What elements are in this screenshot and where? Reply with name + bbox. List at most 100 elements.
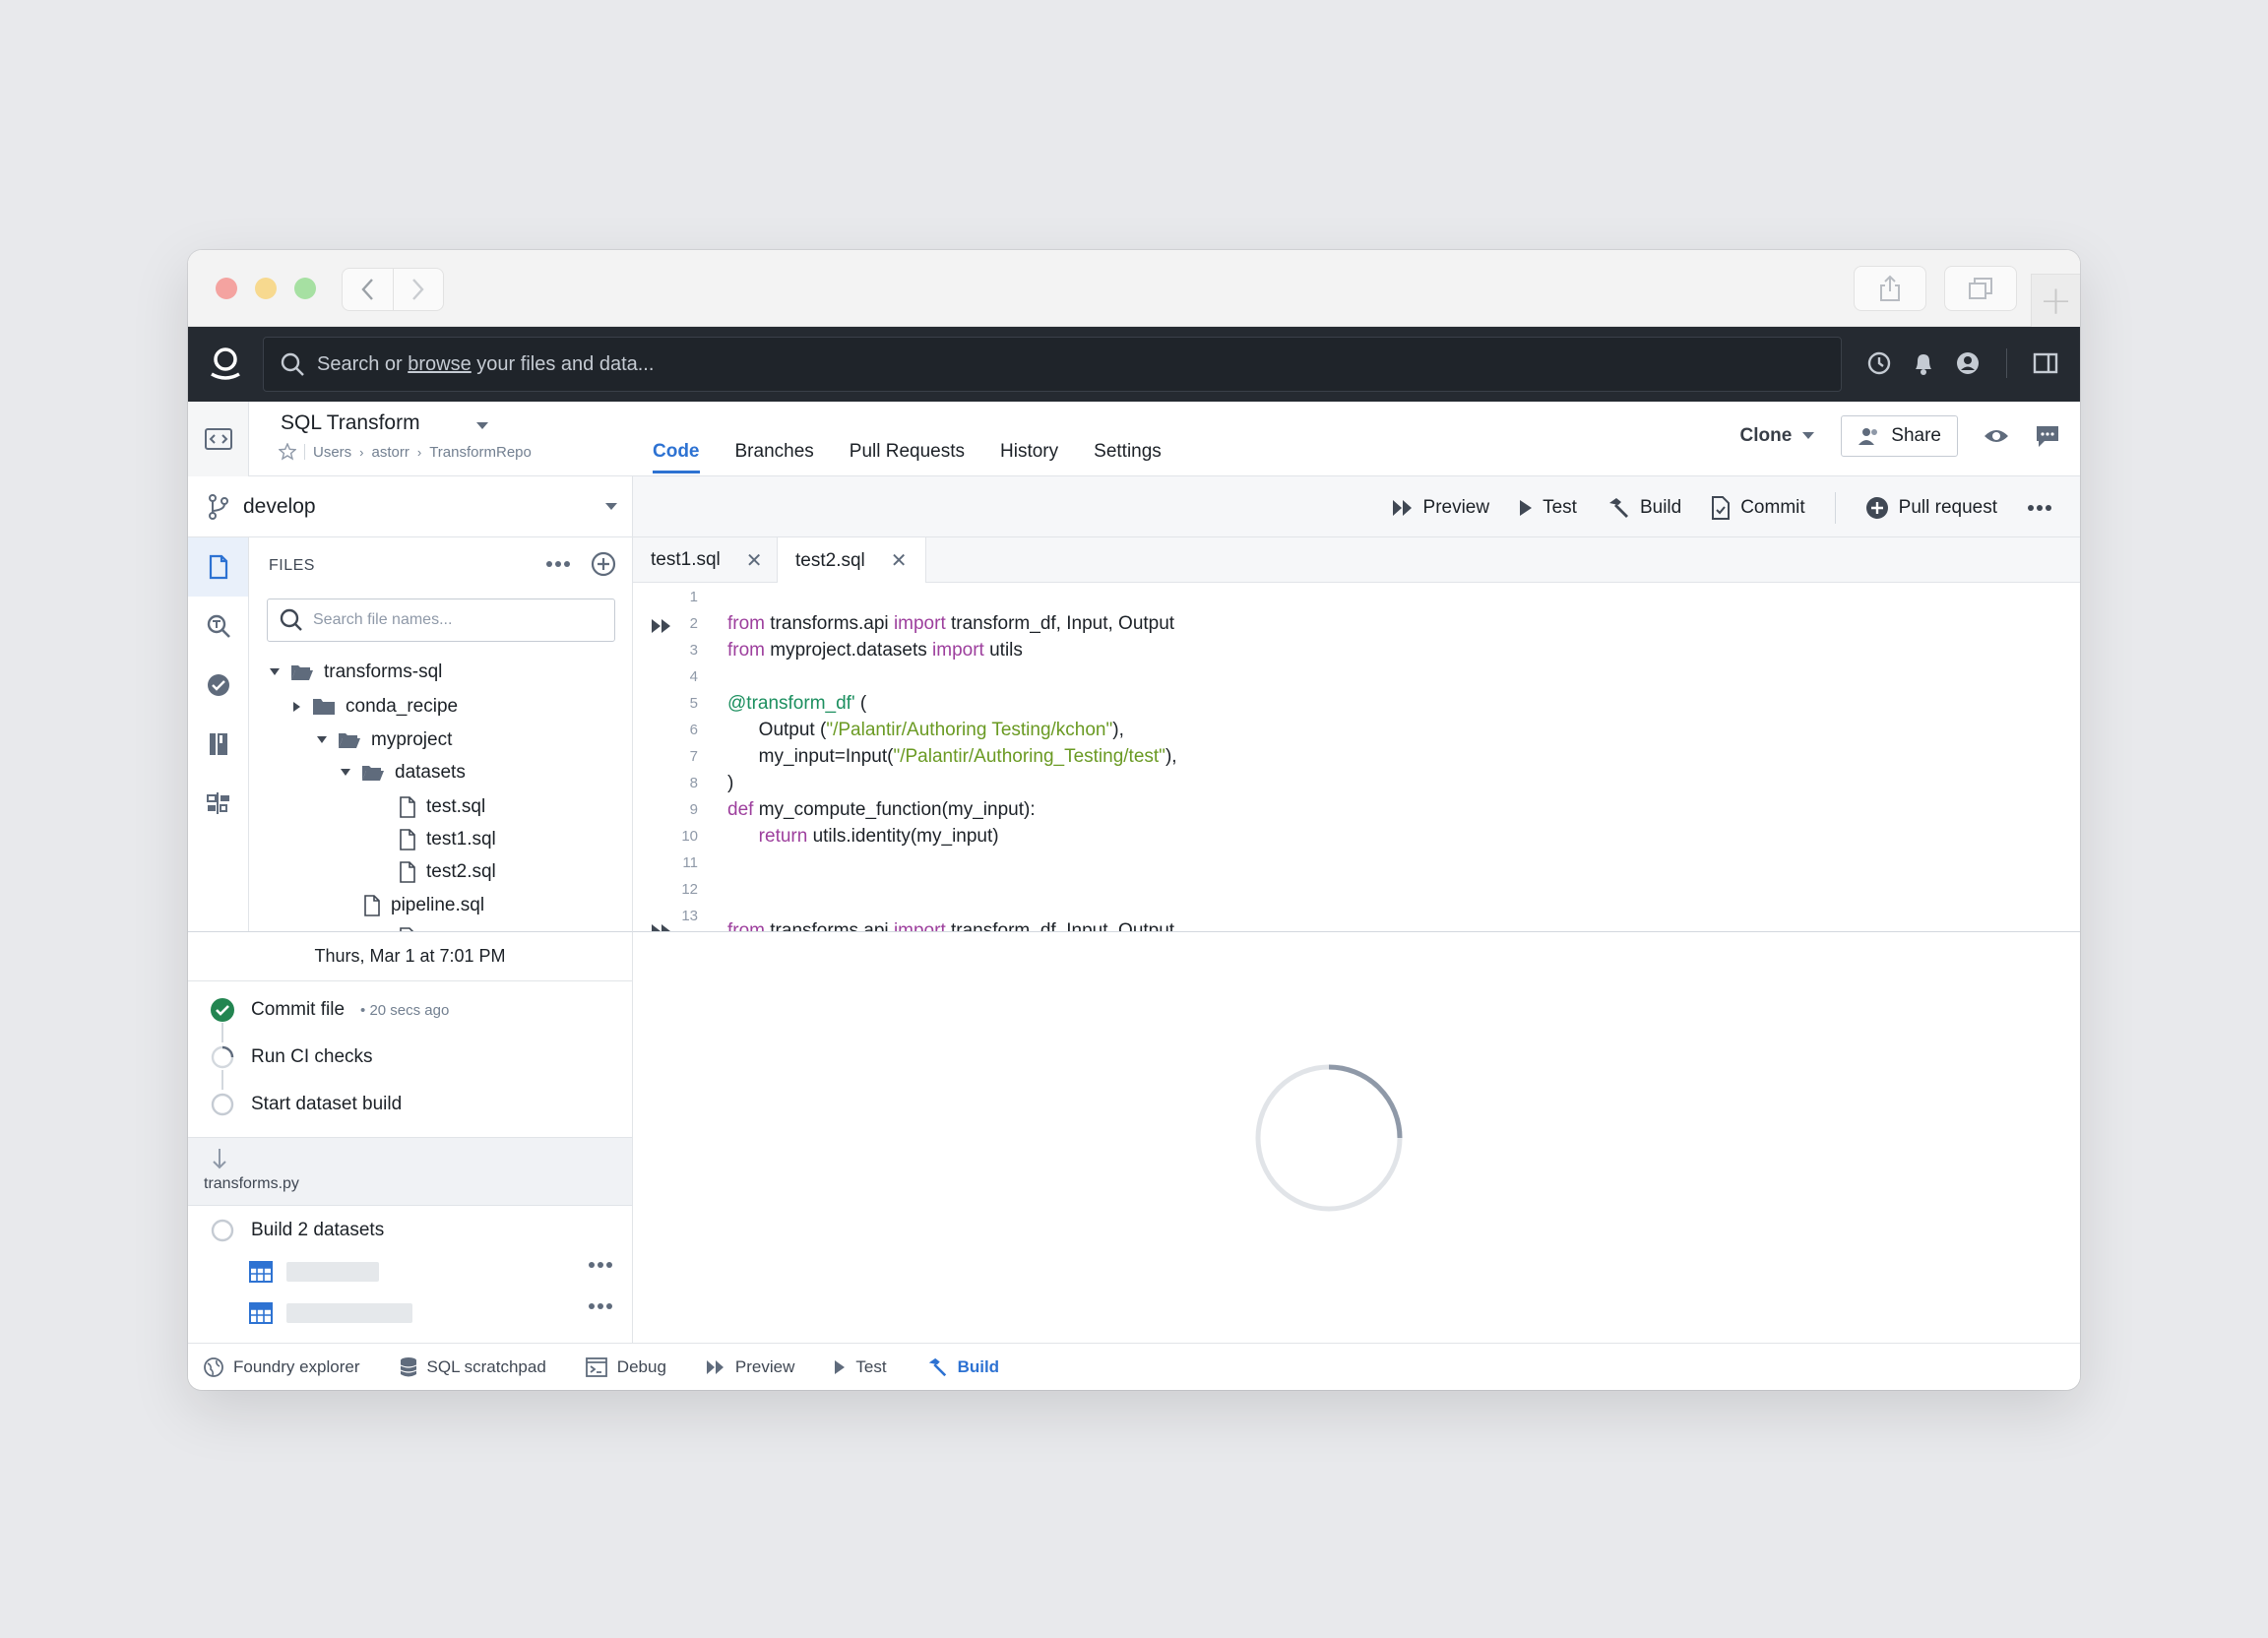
- rail-libraries[interactable]: [188, 715, 248, 774]
- build-panel-button[interactable]: Build: [926, 1356, 1000, 1378]
- breadcrumb-astorr[interactable]: astorr: [372, 444, 410, 461]
- step-label: Commit file: [251, 999, 346, 1020]
- tree-folder-transforms-sql[interactable]: transforms-sql: [269, 658, 442, 687]
- repo-title[interactable]: SQL Transform: [281, 411, 420, 435]
- keyword: def: [727, 799, 754, 820]
- close-tab-icon[interactable]: ✕: [891, 548, 908, 573]
- foundry-explorer-button[interactable]: Foundry explorer: [204, 1357, 360, 1377]
- branch-selector[interactable]: develop: [188, 476, 633, 537]
- add-circle-icon[interactable]: [591, 551, 616, 577]
- close-tab-icon[interactable]: ✕: [746, 548, 763, 573]
- tree-folder-conda-recipe[interactable]: conda_recipe: [292, 692, 458, 722]
- tab-code[interactable]: Code: [653, 441, 700, 473]
- tree-file-test2-sql[interactable]: test2.sql: [399, 857, 496, 887]
- comments-icon[interactable]: [2035, 423, 2060, 449]
- test-button[interactable]: Test: [1519, 497, 1577, 519]
- commit-button[interactable]: Commit: [1711, 496, 1805, 520]
- breadcrumb-repo[interactable]: TransformRepo: [429, 444, 532, 461]
- branch-name: develop: [243, 494, 316, 518]
- preview-panel-button[interactable]: Preview: [706, 1357, 794, 1377]
- transform-file-band: transforms.py: [188, 1137, 632, 1206]
- dataset-row[interactable]: [249, 1257, 613, 1287]
- tree-label: pipeline.sql: [391, 895, 485, 915]
- window-titlebar: +: [188, 250, 2080, 327]
- rail-files[interactable]: [188, 537, 248, 597]
- keyword: import: [893, 920, 946, 931]
- tree-file-test-sql[interactable]: test.sql: [399, 792, 485, 822]
- app-header: Search or browse your files and data...: [188, 327, 2080, 402]
- tab-pull-requests[interactable]: Pull Requests: [850, 441, 965, 473]
- eye-icon[interactable]: [1984, 427, 2009, 445]
- test-panel-button[interactable]: Test: [834, 1356, 887, 1377]
- activity-date: Thurs, Mar 1 at 7:01 PM: [188, 932, 632, 981]
- code-editor[interactable]: 1 2 3 4 5 6 7 8 9 10 11 12 13 from trans…: [633, 583, 2080, 931]
- tabs-overview-button[interactable]: [1944, 266, 2017, 311]
- panel-toggle-icon[interactable]: [2033, 351, 2058, 375]
- file-tab-test1[interactable]: test1.sql ✕: [633, 537, 781, 583]
- file-tab-test2[interactable]: test2.sql ✕: [777, 537, 926, 584]
- pull-request-label: Pull request: [1898, 497, 1997, 518]
- breadcrumb-users[interactable]: Users: [313, 444, 351, 461]
- dataset-row[interactable]: [249, 1298, 613, 1328]
- clone-button[interactable]: Clone: [1740, 425, 1816, 447]
- tree-file-pipeline-sql[interactable]: pipeline.sql: [363, 891, 484, 920]
- repo-actions: Clone Share: [1740, 415, 2060, 457]
- rail-search[interactable]: [188, 597, 248, 656]
- user-account-icon[interactable]: [1955, 350, 1981, 376]
- history-icon[interactable]: [1866, 350, 1892, 376]
- zoom-window-button[interactable]: [294, 278, 316, 299]
- align-icon: [206, 792, 229, 814]
- file-search-placeholder: Search file names...: [313, 611, 453, 628]
- rail-checks[interactable]: [188, 656, 248, 715]
- more-icon[interactable]: [545, 560, 571, 568]
- new-tab-button[interactable]: +: [2031, 274, 2080, 327]
- build-button[interactable]: Build: [1606, 496, 1681, 520]
- bottom-label: Test: [855, 1356, 887, 1376]
- forward-button[interactable]: [392, 269, 444, 310]
- notifications-icon[interactable]: [1912, 350, 1935, 376]
- more-icon[interactable]: [2027, 504, 2052, 512]
- code-text: Output (: [727, 720, 827, 740]
- browse-link[interactable]: browse: [408, 353, 471, 375]
- share-page-button[interactable]: [1854, 266, 1926, 311]
- bottom-label: Debug: [616, 1356, 666, 1376]
- browser-nav: [342, 268, 444, 311]
- tree-folder-myproject[interactable]: myproject: [316, 725, 452, 755]
- rail-compare[interactable]: [188, 774, 248, 833]
- debug-button[interactable]: Debug: [585, 1356, 666, 1377]
- repo-menu-caret-icon[interactable]: [475, 421, 489, 431]
- line-number: 10: [681, 828, 698, 845]
- share-label: Share: [1891, 425, 1941, 446]
- close-window-button[interactable]: [216, 278, 237, 299]
- tab-settings[interactable]: Settings: [1094, 441, 1162, 473]
- line-number: 11: [682, 854, 698, 871]
- caret-down-icon: [341, 769, 350, 776]
- pull-request-button[interactable]: Pull request: [1865, 496, 1997, 520]
- bottom-label: Build: [957, 1356, 1000, 1376]
- more-icon[interactable]: [588, 1302, 613, 1310]
- omnibar-search[interactable]: Search or browse your files and data...: [263, 337, 1842, 392]
- line-number: 4: [689, 668, 698, 685]
- run-transform-icon[interactable]: [651, 923, 672, 931]
- decorator: @transform_df': [727, 693, 855, 714]
- folder-closed-icon: [313, 699, 335, 715]
- tree-file-test1-sql[interactable]: test1.sql: [399, 825, 496, 854]
- back-button[interactable]: [343, 269, 393, 310]
- tree-folder-datasets[interactable]: datasets: [340, 758, 466, 788]
- minimize-window-button[interactable]: [255, 278, 277, 299]
- dataset-table-icon: [249, 1302, 273, 1324]
- tab-branches[interactable]: Branches: [735, 441, 814, 473]
- code-text: myproject.datasets: [765, 640, 933, 661]
- left-rail: [188, 537, 249, 931]
- sql-scratchpad-button[interactable]: SQL scratchpad: [400, 1356, 546, 1378]
- dataset-name-placeholder: [286, 1303, 412, 1323]
- more-icon[interactable]: [588, 1261, 613, 1269]
- step-label: Run CI checks: [251, 1046, 373, 1067]
- transform-file-name[interactable]: transforms.py: [204, 1175, 299, 1193]
- preview-button[interactable]: Preview: [1392, 497, 1489, 519]
- tab-history[interactable]: History: [1000, 441, 1058, 473]
- star-icon[interactable]: [279, 443, 296, 461]
- run-transform-icon[interactable]: [651, 618, 672, 634]
- share-button[interactable]: Share: [1841, 415, 1958, 457]
- file-search-input[interactable]: Search file names...: [267, 598, 615, 642]
